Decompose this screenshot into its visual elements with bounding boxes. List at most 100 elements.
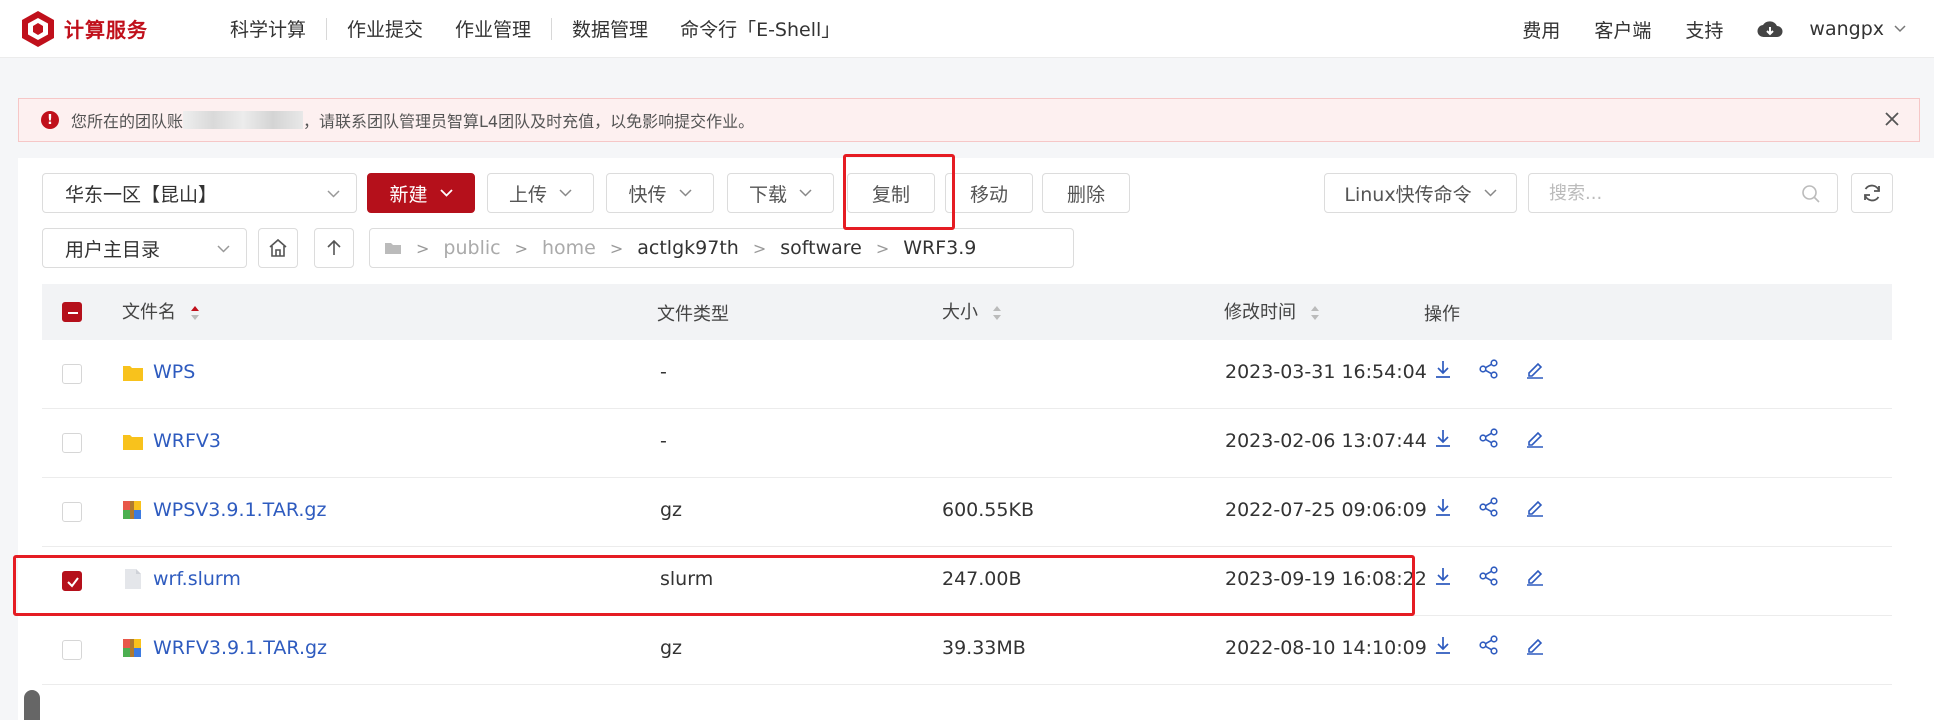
col-type: 文件类型 bbox=[657, 304, 729, 325]
new-button[interactable]: 新建 bbox=[367, 173, 475, 213]
col-mtime-label: 修改时间 bbox=[1224, 302, 1296, 323]
check-icon bbox=[67, 577, 79, 588]
chevron-down-icon bbox=[799, 189, 812, 197]
cloud-download-icon[interactable] bbox=[1757, 20, 1783, 38]
redacted-team-name bbox=[183, 111, 304, 129]
file-table: 文件名 文件类型 大小 修改时间 操作 WPS - 2023-03-31 16:… bbox=[42, 284, 1892, 685]
breadcrumb-user[interactable]: actlgk97th bbox=[637, 237, 739, 259]
logo[interactable]: 计算服务 bbox=[18, 9, 178, 49]
nav-scientific-computing[interactable]: 科学计算 bbox=[214, 15, 322, 42]
delete-label: 删除 bbox=[1066, 183, 1105, 206]
breadcrumb-separator: > bbox=[609, 238, 624, 258]
delete-button[interactable]: 删除 bbox=[1042, 173, 1130, 213]
nav-data-management[interactable]: 数据管理 bbox=[556, 15, 664, 42]
share-icon[interactable] bbox=[1478, 634, 1500, 656]
col-size[interactable]: 大小 bbox=[942, 298, 1002, 324]
home-button[interactable] bbox=[258, 228, 298, 268]
nav-billing[interactable]: 费用 bbox=[1522, 16, 1560, 43]
move-button[interactable]: 移动 bbox=[945, 173, 1033, 213]
search-icon[interactable] bbox=[1801, 184, 1821, 204]
breadcrumb-current[interactable]: WRF3.9 bbox=[903, 237, 976, 259]
search-box bbox=[1528, 173, 1838, 213]
row-checkbox[interactable] bbox=[62, 364, 82, 384]
edit-icon[interactable] bbox=[1524, 496, 1546, 518]
file-name-link[interactable]: wrf.slurm bbox=[153, 568, 241, 590]
top-header: 计算服务 科学计算 作业提交 作业管理 数据管理 命令行「E-Shell」 费用… bbox=[0, 0, 1934, 58]
row-checkbox[interactable] bbox=[62, 433, 82, 453]
table-row[interactable]: WPS - 2023-03-31 16:54:04 bbox=[42, 340, 1892, 409]
row-checkbox[interactable] bbox=[62, 502, 82, 522]
edit-icon[interactable] bbox=[1524, 427, 1546, 449]
upload-button[interactable]: 上传 bbox=[487, 173, 594, 213]
linux-command-select[interactable]: Linux快传命令 bbox=[1324, 173, 1517, 213]
download-icon[interactable] bbox=[1432, 496, 1454, 518]
share-icon[interactable] bbox=[1478, 427, 1500, 449]
download-icon[interactable] bbox=[1432, 565, 1454, 587]
close-icon[interactable] bbox=[1883, 110, 1901, 128]
file-name-link[interactable]: WPS bbox=[153, 361, 195, 383]
folder-root-icon[interactable] bbox=[384, 241, 402, 255]
row-actions bbox=[1432, 427, 1546, 449]
row-actions bbox=[1432, 565, 1546, 587]
search-input[interactable] bbox=[1549, 182, 1789, 204]
col-mtime[interactable]: 修改时间 bbox=[1224, 298, 1320, 324]
alert-text: 您所在的团队账 ，请联系团队管理员智算L4团队及时充值，以免影响提交作业。 bbox=[71, 108, 754, 132]
home-icon bbox=[269, 238, 287, 257]
col-name[interactable]: 文件名 bbox=[122, 298, 200, 324]
nav-client[interactable]: 客户端 bbox=[1594, 16, 1651, 43]
directory-select[interactable]: 用户主目录 bbox=[42, 228, 247, 268]
download-button[interactable]: 下载 bbox=[727, 173, 834, 213]
file-icon bbox=[125, 569, 141, 589]
breadcrumb-separator: > bbox=[875, 238, 890, 258]
side-drawer-handle[interactable] bbox=[24, 690, 40, 720]
up-level-button[interactable] bbox=[314, 228, 354, 268]
file-mtime: 2022-08-10 14:10:09 bbox=[1225, 637, 1427, 659]
breadcrumb: > public > home > actlgk97th > software … bbox=[369, 228, 1074, 268]
nav-job-management[interactable]: 作业管理 bbox=[439, 15, 547, 42]
sort-icon bbox=[1310, 306, 1319, 320]
table-header: 文件名 文件类型 大小 修改时间 操作 bbox=[42, 284, 1892, 340]
file-mtime: 2023-03-31 16:54:04 bbox=[1225, 361, 1427, 383]
arrow-up-icon bbox=[327, 239, 341, 255]
file-mtime: 2023-09-19 16:08:22 bbox=[1225, 568, 1427, 590]
share-icon[interactable] bbox=[1478, 358, 1500, 380]
refresh-button[interactable] bbox=[1851, 173, 1893, 213]
region-select[interactable]: 华东一区【昆山】 bbox=[42, 173, 357, 213]
table-row[interactable]: WRFV3.9.1.TAR.gz gz 39.33MB 2022-08-10 1… bbox=[42, 616, 1892, 685]
row-checkbox[interactable] bbox=[62, 571, 82, 591]
edit-icon[interactable] bbox=[1524, 358, 1546, 380]
edit-icon[interactable] bbox=[1524, 634, 1546, 656]
minus-icon bbox=[68, 312, 78, 314]
upload-label: 上传 bbox=[508, 183, 547, 206]
file-type: gz bbox=[660, 637, 683, 659]
share-icon[interactable] bbox=[1478, 565, 1500, 587]
download-icon[interactable] bbox=[1432, 358, 1454, 380]
edit-icon[interactable] bbox=[1524, 565, 1546, 587]
download-icon[interactable] bbox=[1432, 634, 1454, 656]
exclamation-icon: ! bbox=[41, 111, 59, 129]
breadcrumb-software[interactable]: software bbox=[780, 237, 862, 259]
nav-job-submit[interactable]: 作业提交 bbox=[331, 15, 439, 42]
file-name-link[interactable]: WRFV3 bbox=[153, 430, 221, 452]
nav-support[interactable]: 支持 bbox=[1685, 16, 1723, 43]
table-row[interactable]: WPSV3.9.1.TAR.gz gz 600.55KB 2022-07-25 … bbox=[42, 478, 1892, 547]
select-all-checkbox[interactable] bbox=[62, 302, 82, 322]
row-checkbox[interactable] bbox=[62, 640, 82, 660]
file-type: - bbox=[660, 430, 667, 452]
balance-alert: ! 您所在的团队账 ，请联系团队管理员智算L4团队及时充值，以免影响提交作业。 bbox=[18, 98, 1920, 142]
table-row[interactable]: wrf.slurm slurm 247.00B 2023-09-19 16:08… bbox=[42, 547, 1892, 616]
share-icon[interactable] bbox=[1478, 496, 1500, 518]
fast-transfer-button[interactable]: 快传 bbox=[606, 173, 714, 213]
download-icon[interactable] bbox=[1432, 427, 1454, 449]
breadcrumb-home[interactable]: home bbox=[542, 237, 596, 259]
logo-text: 计算服务 bbox=[64, 18, 148, 42]
nav-eshell[interactable]: 命令行「E-Shell」 bbox=[664, 15, 856, 42]
file-name-link[interactable]: WRFV3.9.1.TAR.gz bbox=[153, 637, 327, 659]
user-menu[interactable]: wangpx bbox=[1809, 18, 1906, 40]
table-row[interactable]: WRFV3 - 2023-02-06 13:07:44 bbox=[42, 409, 1892, 478]
file-name-link[interactable]: WPSV3.9.1.TAR.gz bbox=[153, 499, 326, 521]
main-nav: 科学计算 作业提交 作业管理 数据管理 命令行「E-Shell」 bbox=[214, 15, 856, 42]
breadcrumb-public[interactable]: public bbox=[443, 237, 500, 259]
move-label: 移动 bbox=[969, 183, 1008, 206]
copy-button[interactable]: 复制 bbox=[847, 173, 935, 213]
